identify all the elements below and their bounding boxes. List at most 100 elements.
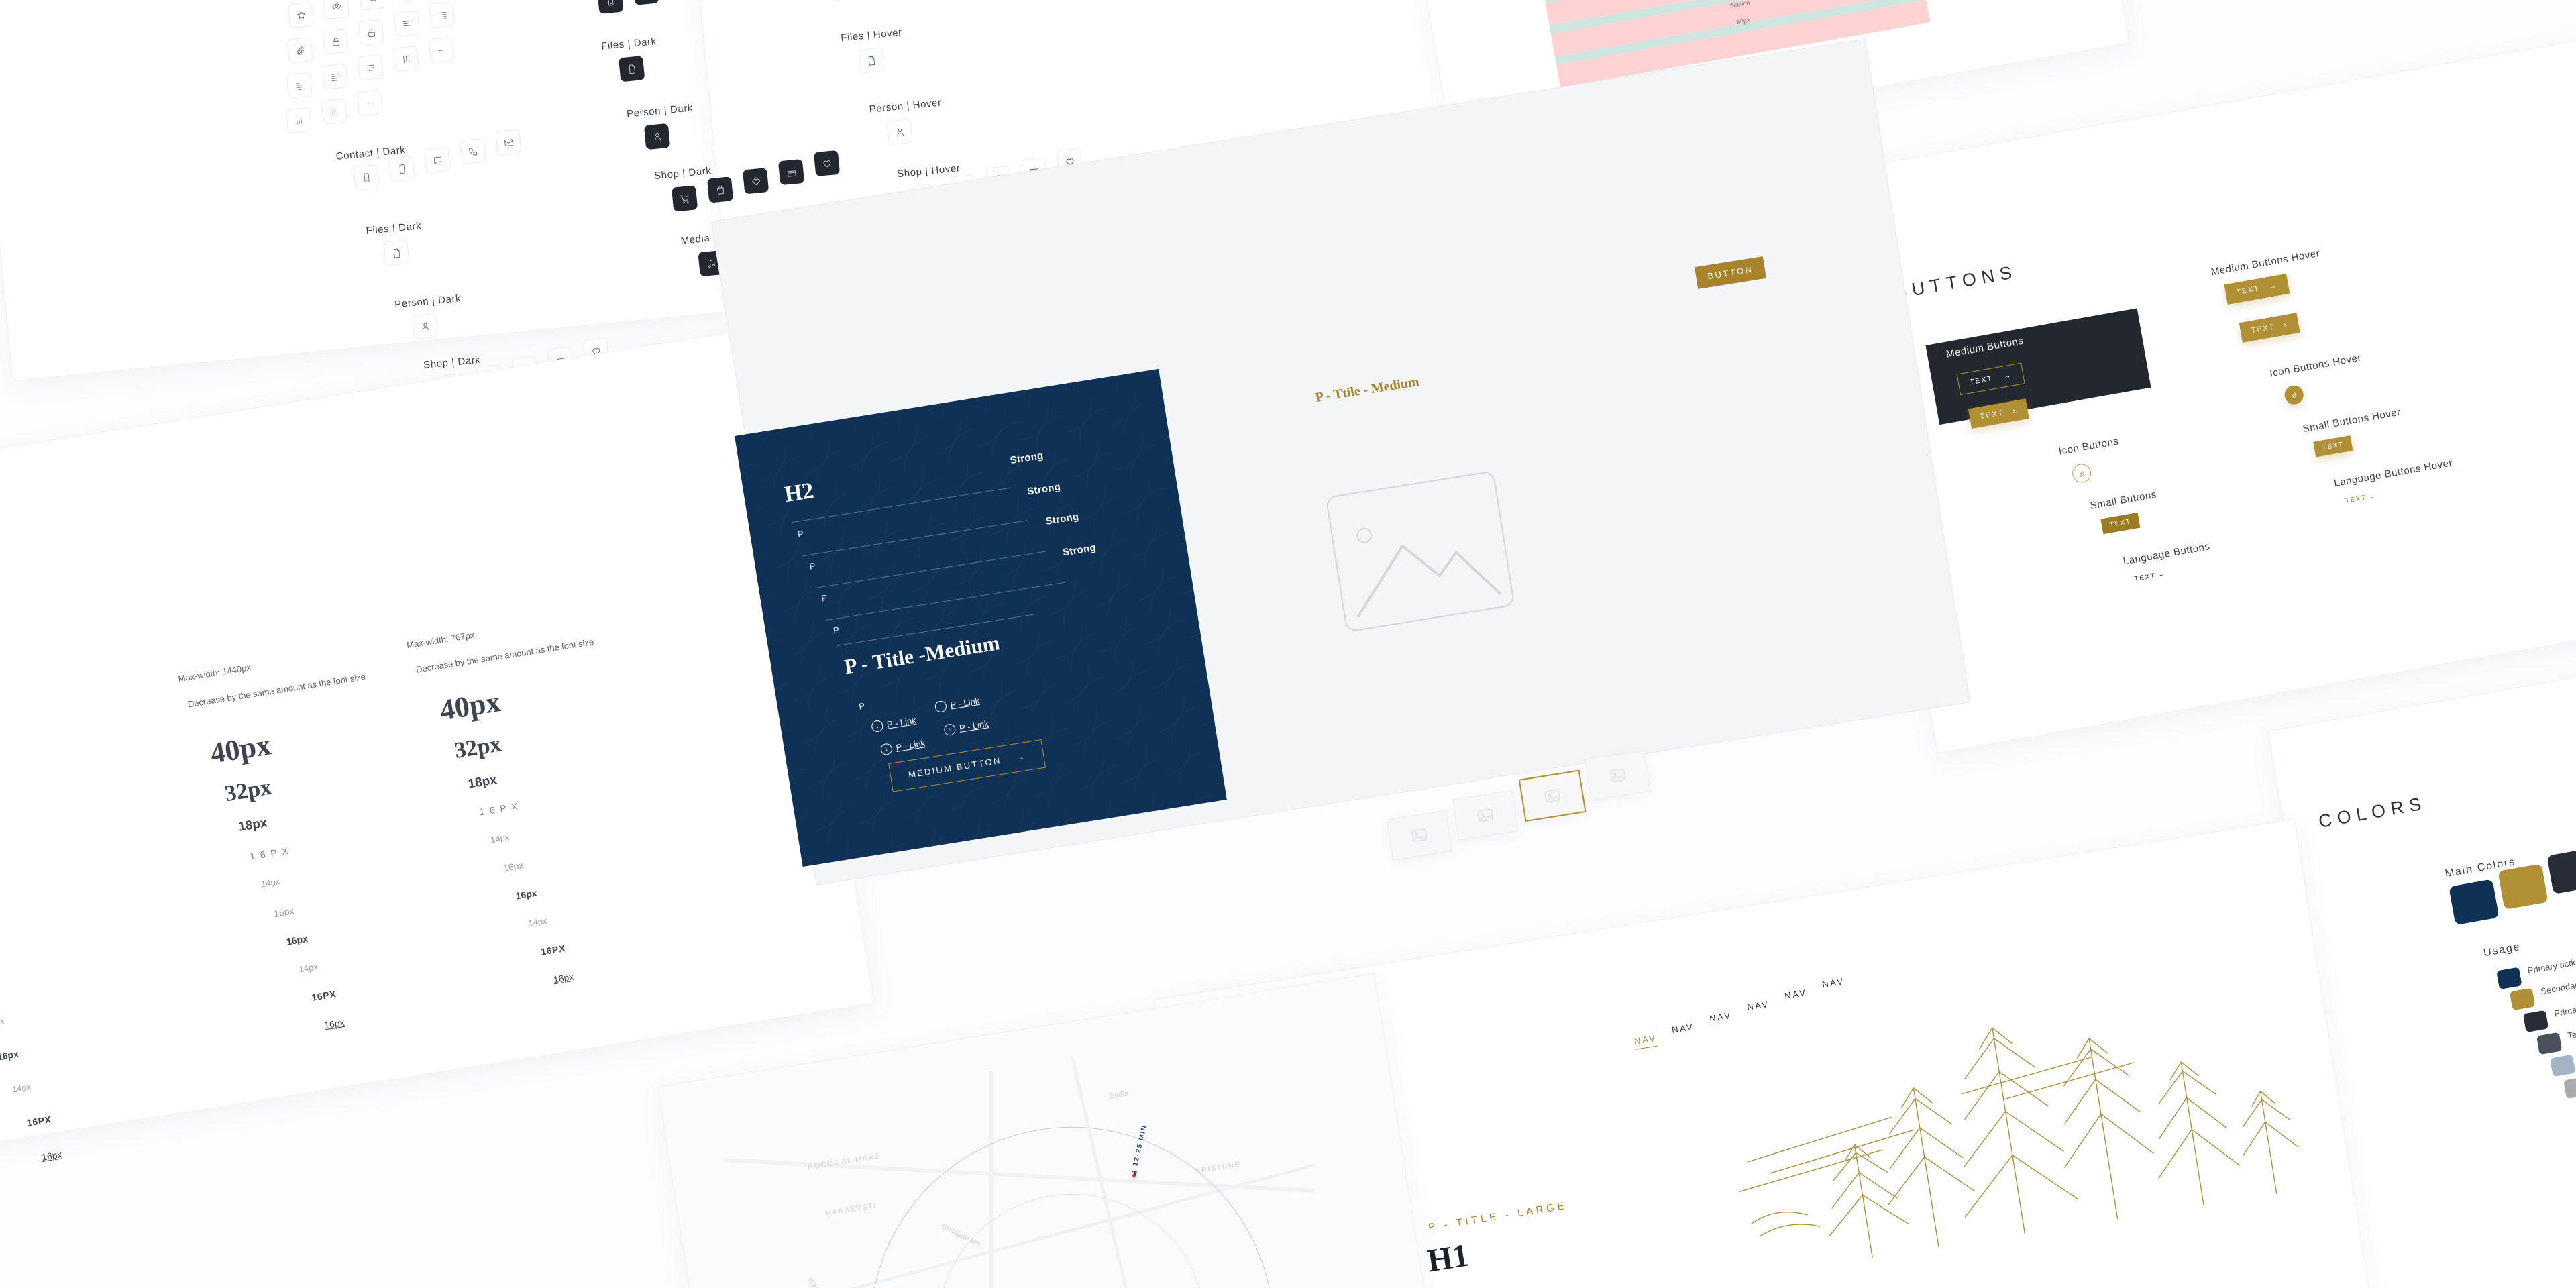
download-circle-icon: ↓: [871, 719, 884, 733]
contact-mail-icon-tile[interactable]: [495, 129, 522, 156]
paperclip-icon: [2291, 392, 2297, 398]
image-placeholder: [1325, 470, 1515, 633]
footer-h1: H1: [1425, 1237, 1472, 1279]
navy-link-1[interactable]: ↓ P - Link: [871, 714, 917, 733]
person-hover-tile[interactable]: [886, 118, 913, 146]
dark-shop-tag-tile[interactable]: [742, 168, 769, 195]
list-icon-tile[interactable]: [357, 54, 384, 81]
navy-strong-1: Strong: [1009, 449, 1044, 467]
dark-file-tile[interactable]: [619, 56, 645, 83]
align-right-icon-tile[interactable]: [429, 1, 455, 28]
dark-person-tile[interactable]: [643, 123, 671, 150]
group-label-shop-dark: Shop | Dark: [423, 354, 482, 371]
download-circle-icon: ↓: [943, 722, 957, 737]
thumbnail-card-3[interactable]: [1518, 769, 1587, 822]
dark-contact-phone-tile[interactable]: [597, 0, 624, 14]
image-icon: [1544, 789, 1560, 803]
navy-link-1-text: P - Link: [885, 715, 917, 730]
arrow-right-icon: →: [2002, 371, 2013, 381]
navy-typography-panel: H2 Strong P Strong P Strong P Strong P P…: [735, 368, 1227, 867]
navy-p-4: P: [833, 625, 841, 636]
unlock-icon-tile[interactable]: [358, 19, 384, 46]
small-button-text: TEXT: [2109, 517, 2132, 529]
navy-rule-2: [802, 520, 1028, 557]
design-system-board: Contact | Dark Files | Dark Person | Dar…: [0, 0, 2576, 1288]
star-icon-tile[interactable]: [287, 1, 314, 29]
navy-rule-1: [792, 487, 1011, 523]
dark-shop-bag-tile[interactable]: [706, 176, 734, 203]
align-justify-icon-tile[interactable]: [321, 63, 348, 90]
bars-icon-tile[interactable]: [285, 107, 312, 134]
main-swatch-gold: [2498, 863, 2548, 910]
chevron-down-icon: ⌄: [2369, 492, 2377, 501]
medium-button-filled-text: TEXT: [1980, 409, 2004, 421]
image-icon: [1411, 828, 1428, 842]
chevron-right-icon: ›: [2012, 407, 2018, 415]
usage-swatch-1: [2509, 987, 2536, 1011]
file-icon-tile[interactable]: [383, 239, 410, 266]
map-label-harku: Harku: [806, 1276, 827, 1288]
thumbnail-card-1[interactable]: [1386, 810, 1453, 861]
arrow-right-icon: →: [1015, 751, 1027, 763]
dash-icon-tile[interactable]: [356, 89, 383, 116]
navy-strong-3: Strong: [1044, 511, 1080, 527]
contact-mobile-icon-tile[interactable]: [388, 155, 415, 182]
eye-icon-tile[interactable]: [323, 0, 350, 19]
arrow-right-icon: →: [2268, 281, 2278, 291]
usage-swatch-2: [2522, 1010, 2549, 1033]
small-button-hover-text: TEXT: [2322, 441, 2345, 452]
dark-shop-gift-tile[interactable]: [777, 158, 805, 186]
usage-swatch-4: [2550, 1054, 2576, 1077]
medium-button-hover-secondary-text: TEXT: [2251, 323, 2275, 335]
image-icon: [1610, 768, 1625, 782]
thumbnail-card-2[interactable]: [1452, 790, 1519, 841]
download-circle-icon: ↓: [934, 700, 948, 714]
main-swatch-navy: [2449, 879, 2500, 926]
columns-icon-tile[interactable]: [392, 46, 419, 72]
navy-p-2: P: [808, 560, 817, 572]
dark-shop-cart-tile[interactable]: [671, 185, 698, 212]
navy-link-3-text: P - Link: [895, 738, 926, 753]
navy-p-1: P: [796, 528, 805, 539]
chevron-right-icon: ›: [2283, 320, 2288, 329]
contact-chat-icon-tile[interactable]: [424, 146, 451, 174]
minus-icon-tile[interactable]: [428, 36, 455, 64]
navy-link-4[interactable]: ↓ P - Link: [943, 718, 989, 737]
usage-text-3: Text: [2567, 1028, 2576, 1041]
align-center-icon-tile[interactable]: [286, 72, 313, 99]
navy-medium-button-text: MEDIUM BUTTON: [908, 755, 1002, 780]
contact-phone-icon-tile[interactable]: [353, 164, 380, 191]
grid-dots-icon-tile[interactable]: [321, 98, 347, 125]
medium-button-hover-text: TEXT: [2235, 284, 2261, 297]
navy-p-3: P: [820, 592, 828, 604]
bell-icon-tile[interactable]: [394, 0, 421, 2]
map-label-haabersti: HAABERSTI: [825, 1201, 877, 1218]
contact-call-icon-tile[interactable]: [460, 138, 486, 164]
navy-title-sample: P - Title -Medium: [843, 631, 1002, 679]
usage-swatch-0: [2496, 967, 2522, 990]
mockup-top-button-text: BUTTON: [1707, 264, 1754, 282]
paperclip-icon-tile[interactable]: [286, 37, 313, 64]
thumbnail-card-4[interactable]: [1585, 750, 1651, 801]
align-left-icon-tile[interactable]: [393, 10, 420, 37]
download-circle-icon: ↓: [879, 743, 894, 756]
file-hover-tile[interactable]: [858, 47, 885, 74]
navy-rule-3: [814, 551, 1046, 589]
map-label-kristiine: KRISTIINE: [1195, 1160, 1242, 1175]
eye-off-icon-tile[interactable]: [358, 0, 385, 11]
navy-link-2[interactable]: ↓ P - Link: [934, 695, 981, 714]
paperclip-icon: [2079, 471, 2084, 477]
image-placeholder-mountain-icon: [1356, 545, 1502, 618]
type-col1-size-9: 16px: [40, 1148, 63, 1163]
person-icon-tile[interactable]: [412, 313, 439, 340]
lock-icon-tile[interactable]: [322, 28, 349, 55]
navy-link-3[interactable]: ↓ P - Link: [879, 737, 926, 756]
navy-strong-2: Strong: [1026, 481, 1062, 498]
navy-strong-4: Strong: [1061, 541, 1097, 559]
navy-link-2-text: P - Link: [949, 695, 981, 710]
dark-shop-heart-tile[interactable]: [813, 150, 841, 177]
usage-swatch-3: [2536, 1032, 2563, 1055]
navy-link-4-text: P - Link: [959, 718, 989, 733]
medium-button-outline-text: TEXT: [1969, 374, 1994, 387]
navy-p-5: P: [858, 700, 866, 712]
